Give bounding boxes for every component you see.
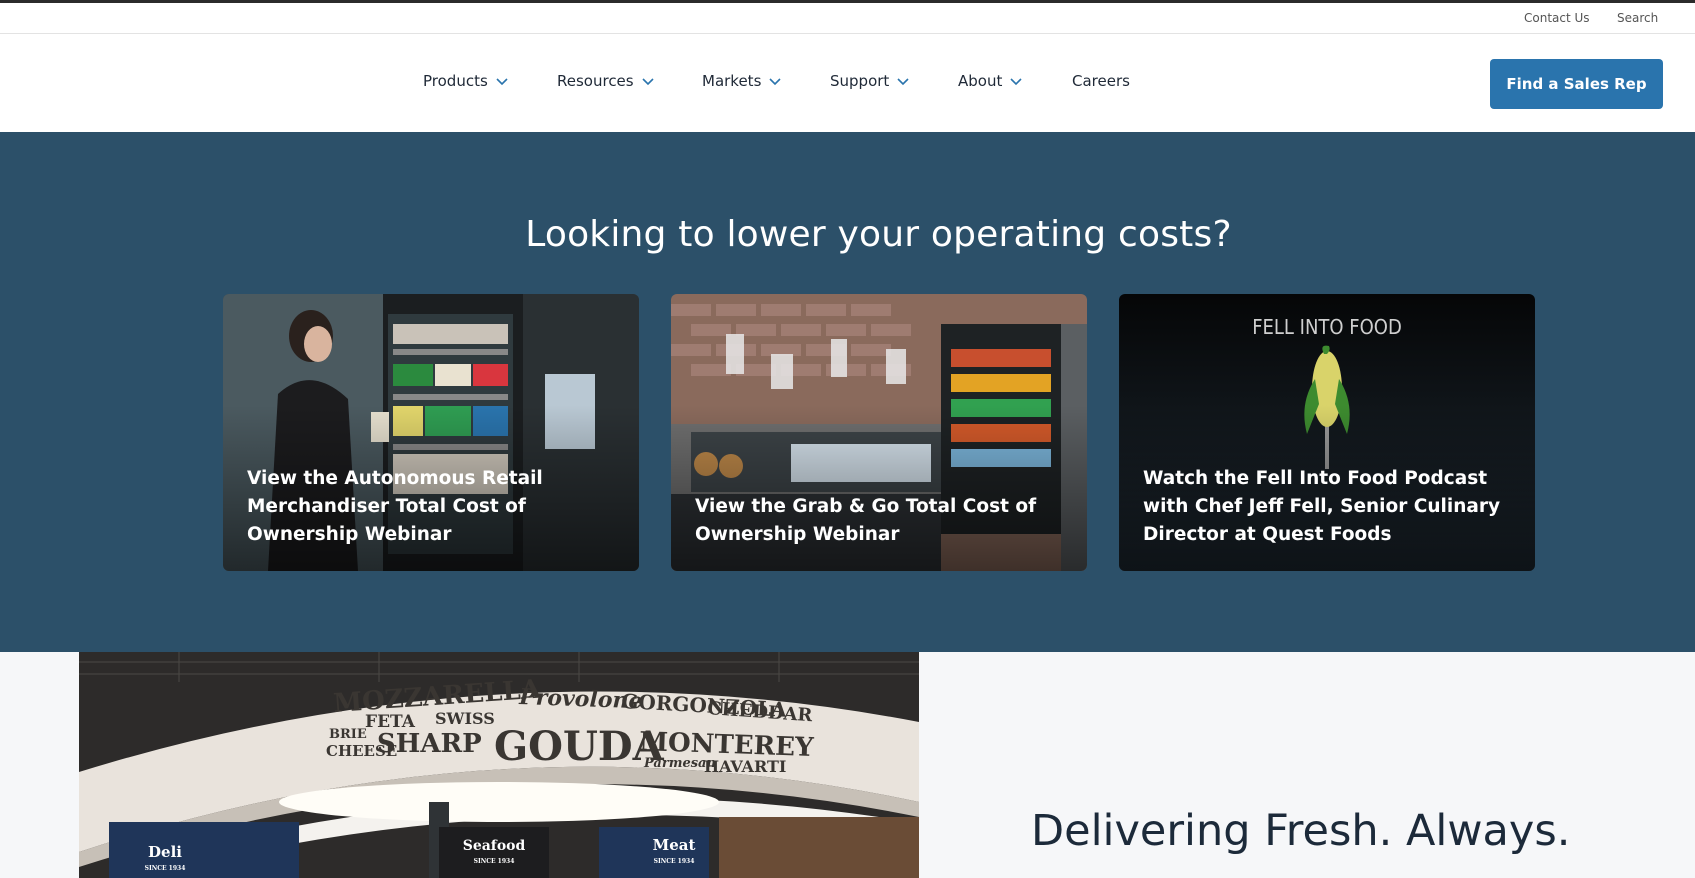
nav-careers[interactable]: Careers bbox=[1072, 72, 1130, 90]
nav-resources[interactable]: Resources bbox=[557, 72, 656, 90]
sign-word: SWISS bbox=[435, 709, 495, 728]
nav-markets-label: Markets bbox=[702, 72, 762, 90]
main-navigation: Products Resources Markets Support About… bbox=[0, 34, 1695, 132]
fresh-section: MOZZARELLA Provolone GORGONZOLA CHEDDAR … bbox=[0, 652, 1695, 878]
nav-resources-label: Resources bbox=[557, 72, 634, 90]
store-sign-label: Deli bbox=[148, 843, 182, 861]
find-sales-rep-button[interactable]: Find a Sales Rep bbox=[1490, 59, 1663, 109]
chevron-down-icon bbox=[897, 78, 909, 86]
promo-card-grab-and-go[interactable]: View the Grab & Go Total Cost of Ownersh… bbox=[671, 294, 1087, 571]
store-sign-label: Seafood bbox=[463, 838, 526, 854]
promo-card-title: View the Grab & Go Total Cost of Ownersh… bbox=[695, 496, 1037, 545]
cheese-display-image: MOZZARELLA Provolone GORGONZOLA CHEDDAR … bbox=[79, 652, 919, 878]
store-sign-sub: SINCE 1934 bbox=[654, 858, 695, 865]
nav-support-label: Support bbox=[830, 72, 890, 90]
nav-markets[interactable]: Markets bbox=[702, 72, 783, 90]
podcast-logo-text: FELL INTO FOOD bbox=[1252, 315, 1402, 339]
search-link[interactable]: Search bbox=[1617, 11, 1658, 25]
promo-section: Looking to lower your operating costs? V… bbox=[0, 132, 1695, 652]
chevron-down-icon bbox=[769, 78, 781, 86]
store-sign-sub: SINCE 1934 bbox=[145, 865, 186, 872]
nav-careers-label: Careers bbox=[1072, 72, 1130, 90]
chevron-down-icon bbox=[642, 78, 654, 86]
promo-card-podcast[interactable]: FELL INTO FOOD Watch the Fell Into Food … bbox=[1119, 294, 1535, 571]
chevron-down-icon bbox=[496, 78, 508, 86]
chevron-down-icon bbox=[1010, 78, 1022, 86]
promo-heading: Looking to lower your operating costs? bbox=[525, 214, 1232, 255]
nav-products-label: Products bbox=[423, 72, 488, 90]
nav-products[interactable]: Products bbox=[423, 72, 510, 90]
sign-word: SHARP bbox=[377, 729, 482, 759]
fresh-heading: Delivering Fresh. Always. bbox=[1031, 806, 1571, 856]
store-sign-label: Meat bbox=[653, 836, 696, 854]
store-sign-sub: SINCE 1934 bbox=[474, 858, 515, 865]
sign-word: HAVARTI bbox=[704, 757, 786, 776]
contact-us-link[interactable]: Contact Us bbox=[1524, 11, 1590, 25]
promo-card-title: Watch the Fell Into Food Podcast with Ch… bbox=[1143, 468, 1501, 545]
nav-about-label: About bbox=[958, 72, 1003, 90]
nav-about[interactable]: About bbox=[958, 72, 1024, 90]
cheese-display-art: MOZZARELLA Provolone GORGONZOLA CHEDDAR … bbox=[79, 652, 919, 878]
promo-card-title: View the Autonomous Retail Merchandiser … bbox=[247, 468, 543, 545]
promo-card-autonomous-retail[interactable]: View the Autonomous Retail Merchandiser … bbox=[223, 294, 639, 571]
utility-bar: Contact Us Search bbox=[0, 3, 1695, 34]
sign-word: BRIE bbox=[329, 727, 367, 742]
nav-support[interactable]: Support bbox=[830, 72, 911, 90]
